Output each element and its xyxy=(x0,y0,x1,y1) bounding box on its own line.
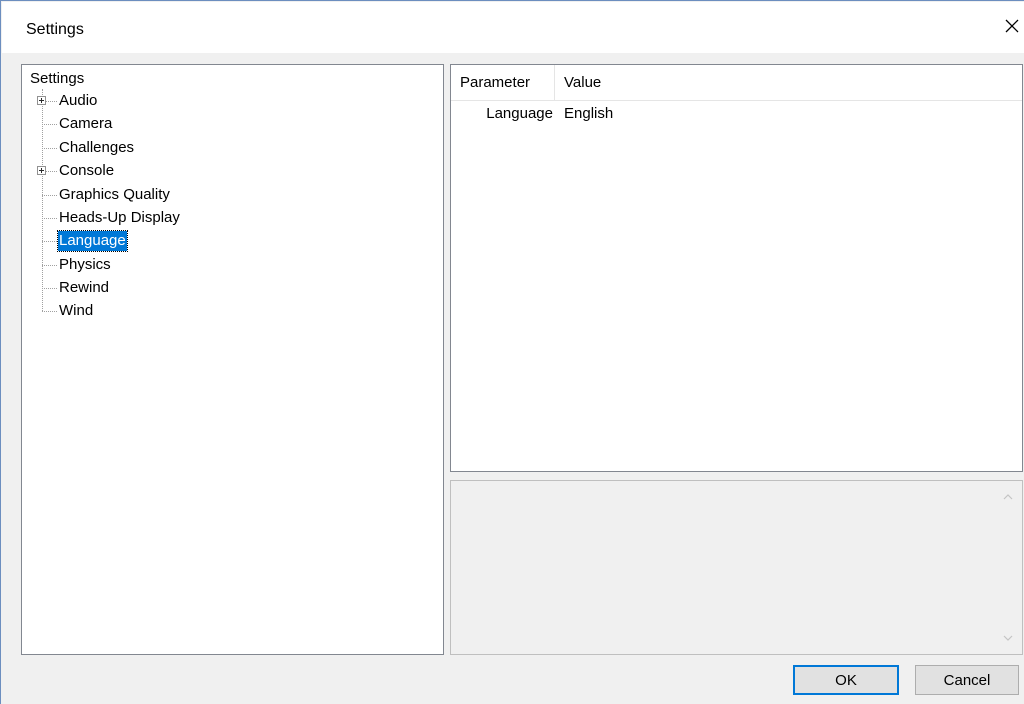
tree-item-label: Graphics Quality xyxy=(59,186,170,203)
cancel-button[interactable]: Cancel xyxy=(915,665,1019,695)
window-title: Settings xyxy=(26,21,84,38)
ok-button[interactable]: OK xyxy=(793,665,899,695)
chevron-down-icon xyxy=(1003,635,1013,641)
tree-item-label: Rewind xyxy=(59,279,110,296)
description-panel xyxy=(450,480,1023,655)
chevron-up-icon xyxy=(1003,494,1013,500)
expand-plus-icon[interactable] xyxy=(37,96,46,105)
tree-item-label: Camera xyxy=(59,115,113,132)
property-name: Language xyxy=(486,105,553,122)
tree-item-label: Audio xyxy=(59,92,98,109)
tree-item-label: Console xyxy=(59,162,115,179)
title-bar: Settings xyxy=(2,2,1024,53)
scroll-down-button[interactable] xyxy=(1000,630,1016,646)
tree-item-label: Wind xyxy=(59,302,94,319)
settings-tree[interactable]: Settings Audio Camera Challenges Console… xyxy=(21,64,444,655)
column-header-value[interactable]: Value xyxy=(564,65,601,100)
tree-item-label: Language xyxy=(57,230,128,252)
scroll-up-button[interactable] xyxy=(1000,489,1016,505)
column-header-parameter[interactable]: Parameter xyxy=(451,65,555,100)
tree-item-label: Physics xyxy=(59,256,111,273)
tree-guide-line xyxy=(42,89,43,311)
close-icon xyxy=(1005,19,1019,33)
property-grid: Parameter Value Language English xyxy=(450,64,1023,472)
grid-header: Parameter Value xyxy=(451,65,1022,101)
tree-item-label: Heads-Up Display xyxy=(59,209,180,226)
tree-root-item[interactable]: Settings xyxy=(30,70,84,88)
tree-item-label: Challenges xyxy=(59,139,135,156)
settings-window: Settings Settings Audio Camera Challenge… xyxy=(0,0,1024,704)
expand-plus-icon[interactable] xyxy=(37,166,46,175)
close-button[interactable] xyxy=(998,12,1024,40)
property-row[interactable]: Language English xyxy=(451,103,1022,125)
property-value[interactable]: English xyxy=(564,103,613,125)
